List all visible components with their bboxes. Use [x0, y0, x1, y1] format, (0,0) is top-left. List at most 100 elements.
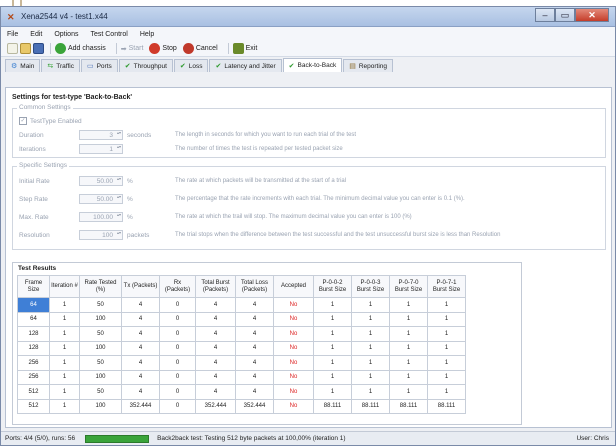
add-icon — [55, 43, 66, 54]
tab-latency-jitter[interactable]: ✔ Latency and Jitter — [209, 59, 282, 72]
table-cell: 1 — [49, 398, 80, 414]
table-row[interactable]: 256 1 50 4 0 4 4 No 1 1 1 1 — [17, 355, 466, 371]
table-cell: 4 — [121, 297, 160, 313]
table-cell: 50 — [79, 326, 122, 342]
table-cell: 1 — [49, 311, 80, 327]
menu-edit[interactable]: Edit — [30, 31, 42, 38]
table-cell: 0 — [159, 384, 196, 400]
initial-rate-stepper[interactable]: 50.00 — [79, 176, 123, 186]
menu-options[interactable]: Options — [54, 31, 78, 38]
table-cell: 1 — [351, 384, 390, 400]
column-header[interactable]: P-0-0-3 Burst Size — [351, 275, 390, 298]
traffic-icon: ⇆ — [47, 63, 54, 70]
initial-rate-description: The rate at which packets will be transm… — [175, 178, 347, 184]
column-header[interactable]: Iteration # — [49, 275, 80, 298]
start-arrow-icon: ➡ — [120, 45, 127, 53]
iterations-description: The number of times the test is repeated… — [175, 146, 343, 152]
tab-reporting[interactable]: ▤ Reporting — [343, 59, 394, 72]
column-header[interactable]: Total Burst (Packets) — [195, 275, 236, 298]
table-cell: 1 — [49, 355, 80, 371]
table-cell: 1 — [313, 311, 352, 327]
table-cell: 0 — [159, 297, 196, 313]
table-row[interactable]: 256 1 100 4 0 4 4 No 1 1 1 1 — [17, 369, 466, 385]
table-cell: 88.111 — [389, 398, 428, 414]
table-cell: No — [273, 384, 314, 400]
column-header[interactable]: P-0-0-2 Burst Size — [313, 275, 352, 298]
minimize-button[interactable]: – — [535, 8, 555, 22]
menu-test-control[interactable]: Test Control — [90, 31, 127, 38]
stop-button[interactable]: Stop — [149, 43, 177, 54]
column-header[interactable]: Tx (Packets) — [121, 275, 160, 298]
add-chassis-button[interactable]: Add chassis — [55, 43, 106, 54]
table-cell: 88.111 — [351, 398, 390, 414]
toolbar-separator — [227, 43, 229, 54]
table-row[interactable]: 64 1 50 4 0 4 4 No 1 1 1 1 — [17, 297, 466, 313]
table-row[interactable]: 64 1 100 4 0 4 4 No 1 1 1 1 — [17, 311, 466, 327]
resolution-stepper[interactable]: 100 — [79, 230, 123, 240]
cancel-button[interactable]: Cancel — [182, 43, 218, 54]
column-header[interactable]: Frame Size — [17, 275, 50, 298]
table-row[interactable]: 512 1 100 352.444 0 352.444 352.444 No 88.111 88.… — [17, 398, 466, 414]
resolution-row: Resolution 100 packets The trial stops w… — [19, 229, 599, 241]
tab-loss[interactable]: ✔ Loss — [173, 59, 209, 72]
table-cell: 0 — [159, 355, 196, 371]
start-button[interactable]: ➡ Start — [121, 45, 144, 53]
tab-traffic[interactable]: ⇆ Traffic — [41, 59, 80, 72]
duration-row: Duration 3 seconds The length in seconds… — [19, 129, 599, 141]
exit-button[interactable]: Exit — [232, 43, 257, 54]
table-cell: 64 — [17, 311, 50, 327]
column-header[interactable]: Total Loss (Packets) — [235, 275, 274, 298]
open-folder-icon[interactable] — [20, 43, 31, 54]
initial-rate-label: Initial Rate — [19, 177, 50, 185]
common-settings-title: Common Settings — [17, 104, 73, 111]
table-cell: 512 — [17, 384, 50, 400]
initial-rate-row: Initial Rate 50.00 % The rate at which p… — [19, 175, 599, 187]
table-cell: 1 — [313, 297, 352, 313]
column-header[interactable]: Rx (Packets) — [159, 275, 196, 298]
column-header[interactable]: P-0-7-1 Burst Size — [427, 275, 466, 298]
max-rate-stepper[interactable]: 100.00 — [79, 212, 123, 222]
step-rate-unit: % — [127, 195, 133, 203]
add-chassis-label: Add chassis — [68, 45, 106, 52]
table-cell: 4 — [235, 355, 274, 371]
max-rate-label: Max. Rate — [19, 213, 49, 221]
step-rate-stepper[interactable]: 50.00 — [79, 194, 123, 204]
column-header[interactable]: P-0-7-0 Burst Size — [389, 275, 428, 298]
window-controls: – ▭ ✕ — [535, 8, 609, 22]
close-button[interactable]: ✕ — [575, 8, 609, 22]
resolution-unit: packets — [127, 231, 150, 239]
table-cell: 1 — [351, 311, 390, 327]
new-file-icon[interactable] — [7, 43, 18, 54]
table-cell: 0 — [159, 326, 196, 342]
column-header[interactable]: Rate Tested (%) — [79, 275, 122, 298]
menu-help[interactable]: Help — [140, 31, 154, 38]
save-icon[interactable] — [33, 43, 44, 54]
tab-throughput[interactable]: ✔ Throughput — [118, 59, 173, 72]
table-cell: 1 — [49, 297, 80, 313]
table-cell: 4 — [121, 369, 160, 385]
table-cell: No — [273, 340, 314, 356]
table-row[interactable]: 128 1 100 4 0 4 4 No 1 1 1 1 — [17, 340, 466, 356]
column-header[interactable]: Accepted — [273, 275, 314, 298]
table-row[interactable]: 128 1 50 4 0 4 4 No 1 1 1 1 — [17, 326, 466, 342]
toolbar: Add chassis ➡ Start Stop Cancel Exit — [1, 41, 615, 57]
max-rate-description: The rate at which the trail will stop. T… — [175, 214, 412, 220]
table-cell: 4 — [235, 369, 274, 385]
table-cell: 1 — [313, 384, 352, 400]
menu-file[interactable]: File — [7, 31, 18, 38]
results-table: Frame Size Iteration # Rate Tested (%) Tx (… — [17, 275, 466, 414]
maximize-button[interactable]: ▭ — [555, 8, 575, 22]
testtype-enabled-checkbox[interactable]: ✓ — [19, 117, 27, 125]
tab-back-to-back[interactable]: ✔ Back-to-Back — [282, 58, 343, 72]
table-row[interactable]: 512 1 50 4 0 4 4 No 1 1 1 1 — [17, 384, 466, 400]
iterations-stepper[interactable]: 1 — [79, 144, 123, 154]
cancel-label: Cancel — [195, 45, 218, 52]
table-cell: 1 — [313, 369, 352, 385]
tab-main[interactable]: ⚙ Main — [5, 59, 41, 72]
duration-stepper[interactable]: 3 — [79, 130, 123, 140]
status-bar: Ports: 4/4 (5/0), runs: 56 Back2back tes… — [1, 431, 615, 445]
table-cell: 4 — [195, 369, 236, 385]
table-cell: No — [273, 398, 314, 414]
tab-ports[interactable]: ▭ Ports — [80, 59, 118, 72]
resolution-label: Resolution — [19, 231, 50, 239]
